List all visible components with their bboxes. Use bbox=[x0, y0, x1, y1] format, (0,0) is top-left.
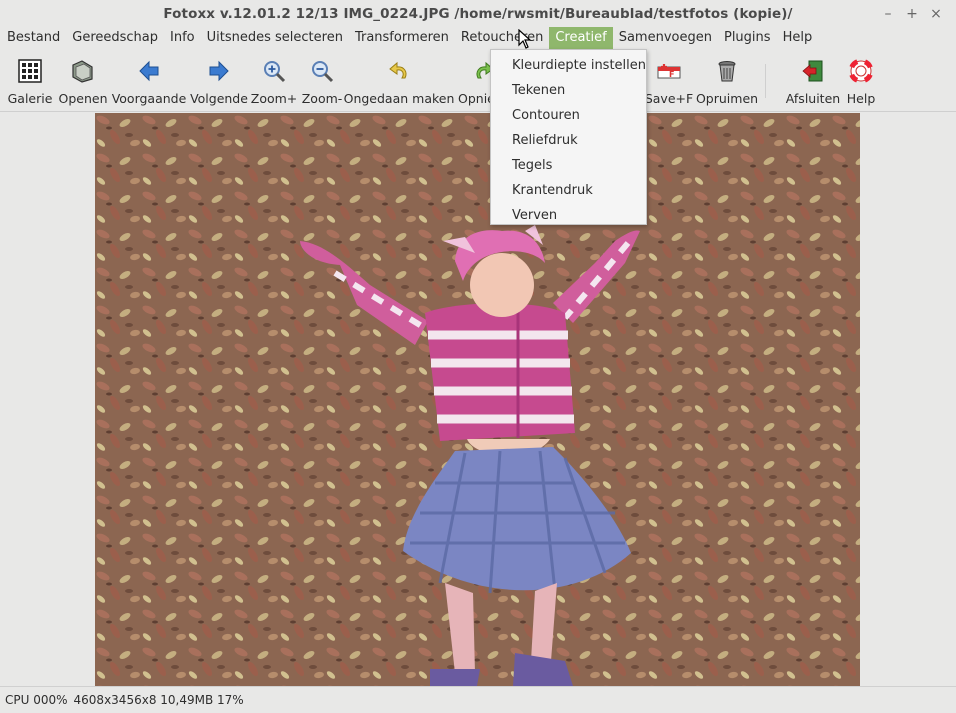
photo-drawing bbox=[95, 113, 860, 686]
menu-info[interactable]: Info bbox=[164, 27, 201, 49]
photo-image[interactable] bbox=[95, 113, 860, 686]
undo-button[interactable]: Ongedaan maken bbox=[344, 56, 454, 106]
menu-retoucheren[interactable]: Retoucheren bbox=[455, 27, 549, 49]
arrow-right-icon bbox=[206, 58, 232, 83]
window-controls: – + × bbox=[876, 4, 948, 24]
redo-label: Opnie bbox=[458, 91, 491, 106]
menu-item-verven[interactable]: Verven bbox=[491, 203, 646, 228]
zoom-out-icon bbox=[309, 58, 335, 83]
image-viewport[interactable] bbox=[0, 112, 956, 686]
lifebuoy-icon bbox=[848, 58, 874, 83]
maximize-button[interactable]: + bbox=[900, 4, 924, 24]
title-bar: Fotoxx v.12.01.2 12/13 IMG_0224.JPG /hom… bbox=[0, 0, 956, 28]
window-title: Fotoxx v.12.01.2 12/13 IMG_0224.JPG /hom… bbox=[163, 6, 793, 22]
undo-icon bbox=[386, 58, 412, 83]
menu-item-tekenen[interactable]: Tekenen bbox=[491, 78, 646, 103]
cpu-status: CPU 000% bbox=[5, 693, 68, 707]
menu-item-kleurdiepte-instellen[interactable]: Kleurdiepte instellen bbox=[491, 53, 646, 78]
trash-icon bbox=[714, 58, 740, 83]
galerie-button[interactable]: Galerie bbox=[8, 56, 52, 106]
help-label: Help bbox=[846, 91, 876, 106]
openen-button[interactable]: Openen bbox=[58, 56, 108, 106]
help-button[interactable]: Help bbox=[845, 56, 877, 106]
voorgaande-label: Voorgaande bbox=[111, 91, 187, 106]
toolbar: Galerie Openen Voorgaande Volgende Zoom+… bbox=[0, 50, 956, 112]
svg-text:F: F bbox=[669, 70, 674, 79]
menu-creatief[interactable]: Creatief bbox=[549, 27, 613, 49]
menu-item-krantendruk[interactable]: Krantendruk bbox=[491, 178, 646, 203]
creatief-dropdown-menu: Kleurdiepte instellen Tekenen Contouren … bbox=[490, 49, 647, 225]
zoom-in-icon bbox=[261, 58, 287, 83]
menu-transformeren[interactable]: Transformeren bbox=[349, 27, 455, 49]
galerie-label: Galerie bbox=[7, 91, 53, 106]
voorgaande-button[interactable]: Voorgaande bbox=[111, 56, 187, 106]
save-file-icon: F bbox=[656, 58, 682, 83]
zoom-out-button[interactable]: Zoom- bbox=[302, 56, 342, 106]
zoom-in-button[interactable]: Zoom+ bbox=[250, 56, 298, 106]
status-bar: CPU 000% 4608x3456x8 10,49MB 17% bbox=[0, 686, 956, 713]
afsluiten-label: Afsluiten bbox=[785, 91, 841, 106]
menu-samenvoegen[interactable]: Samenvoegen bbox=[613, 27, 718, 49]
menu-help[interactable]: Help bbox=[777, 27, 819, 49]
gallery-icon bbox=[17, 58, 43, 83]
save-f-label: Save+F bbox=[644, 91, 694, 106]
minimize-button[interactable]: – bbox=[876, 4, 900, 24]
menu-gereedschap[interactable]: Gereedschap bbox=[66, 27, 164, 49]
zoom-out-label: Zoom- bbox=[301, 91, 343, 106]
openen-label: Openen bbox=[58, 91, 108, 106]
redo-button[interactable]: Opnie bbox=[457, 56, 491, 106]
opruimen-label: Opruimen bbox=[695, 91, 759, 106]
close-button[interactable]: × bbox=[924, 4, 948, 24]
zoom-in-label: Zoom+ bbox=[250, 91, 298, 106]
redo-icon bbox=[471, 58, 491, 83]
menu-uitsnedes-selecteren[interactable]: Uitsnedes selecteren bbox=[201, 27, 349, 49]
afsluiten-button[interactable]: Afsluiten bbox=[785, 56, 841, 106]
menu-item-reliefdruk[interactable]: Reliefdruk bbox=[491, 128, 646, 153]
volgende-button[interactable]: Volgende bbox=[190, 56, 248, 106]
opruimen-button[interactable]: Opruimen bbox=[695, 56, 759, 106]
image-info-status: 4608x3456x8 10,49MB 17% bbox=[73, 693, 244, 707]
exit-icon bbox=[800, 58, 826, 83]
menu-bar: Bestand Gereedschap Info Uitsnedes selec… bbox=[0, 27, 956, 49]
undo-label: Ongedaan maken bbox=[343, 91, 455, 106]
menu-bestand[interactable]: Bestand bbox=[1, 27, 66, 49]
menu-plugins[interactable]: Plugins bbox=[718, 27, 777, 49]
menu-item-tegels[interactable]: Tegels bbox=[491, 153, 646, 178]
folder-open-icon bbox=[70, 58, 96, 83]
mouse-cursor-icon bbox=[518, 29, 532, 49]
volgende-label: Volgende bbox=[190, 91, 248, 106]
toolbar-separator bbox=[765, 64, 766, 98]
save-f-button[interactable]: F Save+F bbox=[644, 56, 694, 106]
arrow-left-icon bbox=[136, 58, 162, 83]
menu-item-contouren[interactable]: Contouren bbox=[491, 103, 646, 128]
